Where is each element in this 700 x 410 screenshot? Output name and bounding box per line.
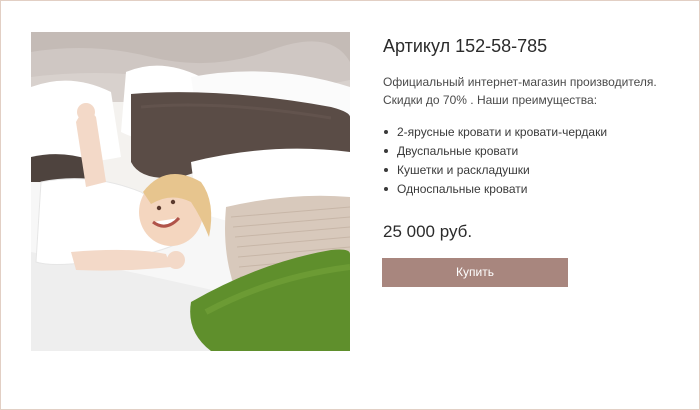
benefit-label: 2-ярусные кровати и кровати-чердаки <box>397 125 608 139</box>
benefit-item: Односпальные кровати <box>383 180 683 199</box>
description-line-1: Официальный интернет-магазин производите… <box>383 75 657 89</box>
bullet-icon <box>384 130 388 134</box>
bullet-icon <box>384 187 388 191</box>
benefit-label: Кушетки и раскладушки <box>397 163 530 177</box>
benefits-list: 2-ярусные кровати и кровати-чердаки Двус… <box>383 123 683 199</box>
benefit-item: Кушетки и раскладушки <box>383 161 683 180</box>
product-description: Официальный интернет-магазин производите… <box>383 73 683 109</box>
bullet-icon <box>384 168 388 172</box>
product-photo <box>31 32 350 351</box>
product-card: Артикул 152-58-785 Официальный интернет-… <box>0 0 700 410</box>
benefit-label: Односпальные кровати <box>397 182 528 196</box>
product-title: Артикул 152-58-785 <box>383 36 548 56</box>
buy-button[interactable]: Купить <box>382 258 568 287</box>
bullet-icon <box>384 149 388 153</box>
product-info: Артикул 152-58-785 Официальный интернет-… <box>383 35 683 199</box>
description-line-2: Скидки до 70% . Наши преимущества: <box>383 93 598 107</box>
product-price: 25 000 руб. <box>383 222 473 241</box>
benefit-item: Двуспальные кровати <box>383 142 683 161</box>
benefit-label: Двуспальные кровати <box>397 144 519 158</box>
benefit-item: 2-ярусные кровати и кровати-чердаки <box>383 123 683 142</box>
